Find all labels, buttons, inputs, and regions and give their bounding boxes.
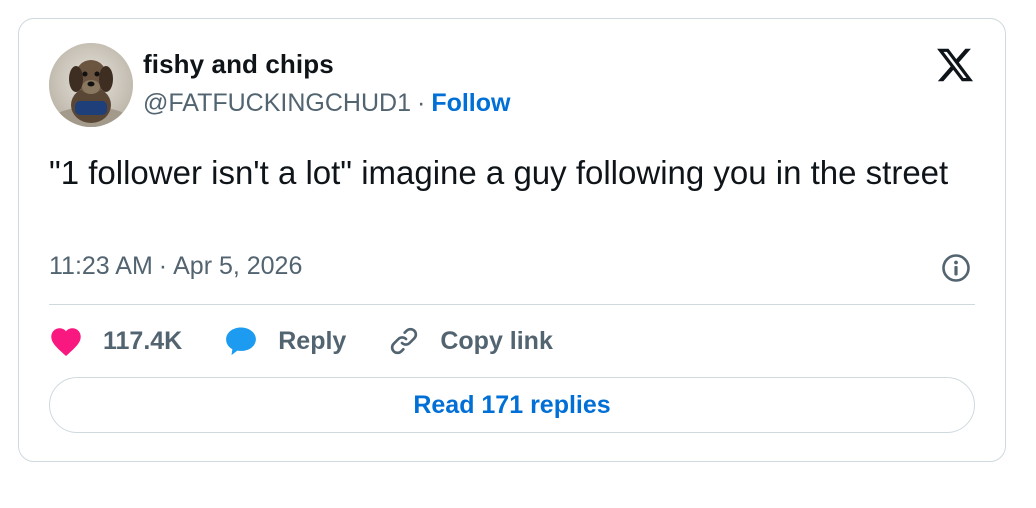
reply-button[interactable]: Reply	[224, 325, 346, 357]
x-logo-icon[interactable]	[935, 45, 975, 85]
author-display-name[interactable]: fishy and chips	[143, 49, 334, 80]
tweet-date: Apr 5, 2026	[173, 252, 303, 280]
link-icon	[391, 327, 418, 355]
speech-bubble-icon	[226, 327, 257, 356]
like-count: 117.4K	[103, 326, 183, 355]
avatar[interactable]	[49, 43, 133, 127]
info-icon[interactable]	[941, 253, 971, 283]
tweet-card: fishy and chips @FATFUCKINGCHUD1 · Follow …	[18, 18, 1006, 462]
copy-link-label: Copy link	[440, 326, 553, 355]
copy-link-button[interactable]: Copy link	[388, 325, 553, 357]
separator-dot: ·	[416, 89, 426, 117]
tweet-text: "1 follower isn't a lot" imagine a guy f…	[49, 154, 949, 191]
author-handle-row: @FATFUCKINGCHUD1 · Follow	[143, 89, 510, 118]
timestamp[interactable]: 11:23 AM · Apr 5, 2026	[49, 252, 302, 281]
action-bar: 117.4K Reply Copy link	[49, 319, 595, 363]
author-handle[interactable]: @FATFUCKINGCHUD1	[143, 89, 411, 117]
reply-label: Reply	[278, 326, 347, 355]
follow-link[interactable]: Follow	[431, 89, 510, 117]
like-button[interactable]: 117.4K	[49, 325, 182, 357]
separator-dot: ·	[158, 252, 168, 280]
tweet-time: 11:23 AM	[49, 252, 153, 280]
dog-avatar-image	[49, 43, 133, 127]
read-replies-button[interactable]: Read 171 replies	[49, 377, 975, 433]
divider	[49, 304, 975, 305]
heart-icon	[51, 328, 81, 357]
